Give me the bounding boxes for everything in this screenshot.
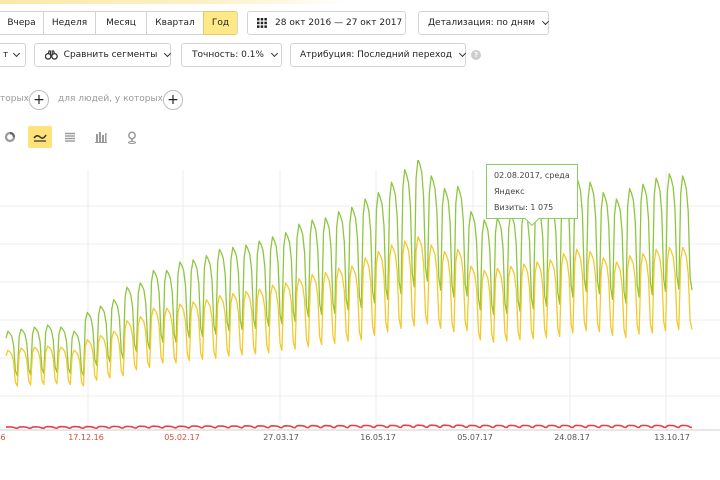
period-label: Неделя: [51, 18, 88, 28]
area-chart-icon[interactable]: [58, 126, 82, 148]
detail-dropdown[interactable]: Детализация: по дням: [418, 11, 550, 35]
chevron-down-icon: [458, 49, 467, 58]
period-label: Месяц: [106, 18, 136, 28]
segment-text-cut: торых: [0, 94, 29, 104]
x-tick-label: 27.03.17: [263, 433, 299, 442]
period-quarter-button[interactable]: Квартал: [146, 11, 203, 35]
add-segment-button[interactable]: +: [29, 90, 49, 110]
binoculars-icon: [45, 50, 58, 60]
accuracy-dropdown[interactable]: Точность: 0.1%: [181, 43, 282, 67]
bar-chart-icon[interactable]: [89, 126, 113, 148]
chart-tooltip: 02.08.2017, среда Яндекс Визиты: 1 075: [486, 164, 578, 219]
tooltip-source: Яндекс: [494, 187, 525, 196]
period-label: Квартал: [155, 18, 195, 28]
plus-icon: +: [167, 92, 179, 108]
map-icon[interactable]: [120, 126, 144, 148]
period-label: Вчера: [7, 18, 36, 28]
accuracy-label: Точность: 0.1%: [192, 50, 264, 60]
chevron-down-icon: [13, 49, 21, 58]
compare-segments-button[interactable]: Сравнить сегменты: [34, 43, 172, 67]
chart-series: [5, 160, 693, 430]
date-range-label: 28 окт 2016 — 27 окт 2017: [275, 18, 403, 28]
x-tick-label: 16.05.17: [360, 433, 396, 442]
attribution-label: Атрибуция: Последний переход: [300, 50, 453, 60]
date-range-button[interactable]: 28 окт 2016 — 27 окт 2017: [247, 11, 406, 35]
x-tick-label: 6: [0, 433, 6, 442]
line-chart-icon[interactable]: [28, 126, 52, 148]
period-week-button[interactable]: Неделя: [43, 11, 95, 35]
tooltip-date: 02.08.2017, среда: [494, 171, 570, 180]
detail-label: Детализация: по дням: [428, 18, 536, 28]
calendar-icon: [257, 18, 267, 28]
chevron-down-icon: [164, 50, 172, 57]
plus-icon: +: [33, 92, 45, 108]
question-icon[interactable]: ?: [471, 50, 481, 60]
x-tick-label: 17.12.16: [68, 433, 104, 442]
top-strip: [0, 0, 720, 4]
x-tick-label: 24.08.17: [554, 433, 590, 442]
x-tick-label: 05.07.17: [457, 433, 493, 442]
chevron-down-icon: [270, 49, 279, 58]
x-tick-label: 13.10.17: [654, 433, 690, 442]
segment-text-people: для людей, у которых: [58, 94, 163, 104]
series-line-1: [5, 160, 693, 377]
chevron-down-icon: [542, 17, 550, 26]
attribution-dropdown[interactable]: Атрибуция: Последний переход: [290, 43, 467, 67]
series-line-3: [5, 424, 693, 430]
line-chart[interactable]: [0, 160, 720, 432]
pie-icon[interactable]: [0, 126, 22, 148]
compare-label: Сравнить сегменты: [63, 50, 158, 60]
period-month-button[interactable]: Месяц: [95, 11, 146, 35]
segment-dropdown-cut[interactable]: т: [0, 43, 26, 67]
x-tick-label: 05.02.17: [164, 433, 200, 442]
period-yesterday-button[interactable]: Вчера: [0, 11, 43, 35]
tooltip-visits: Визиты: 1 075: [494, 203, 554, 212]
add-condition-button[interactable]: +: [163, 90, 183, 110]
period-label: Год: [211, 18, 230, 28]
period-year-button[interactable]: Год: [203, 11, 238, 35]
